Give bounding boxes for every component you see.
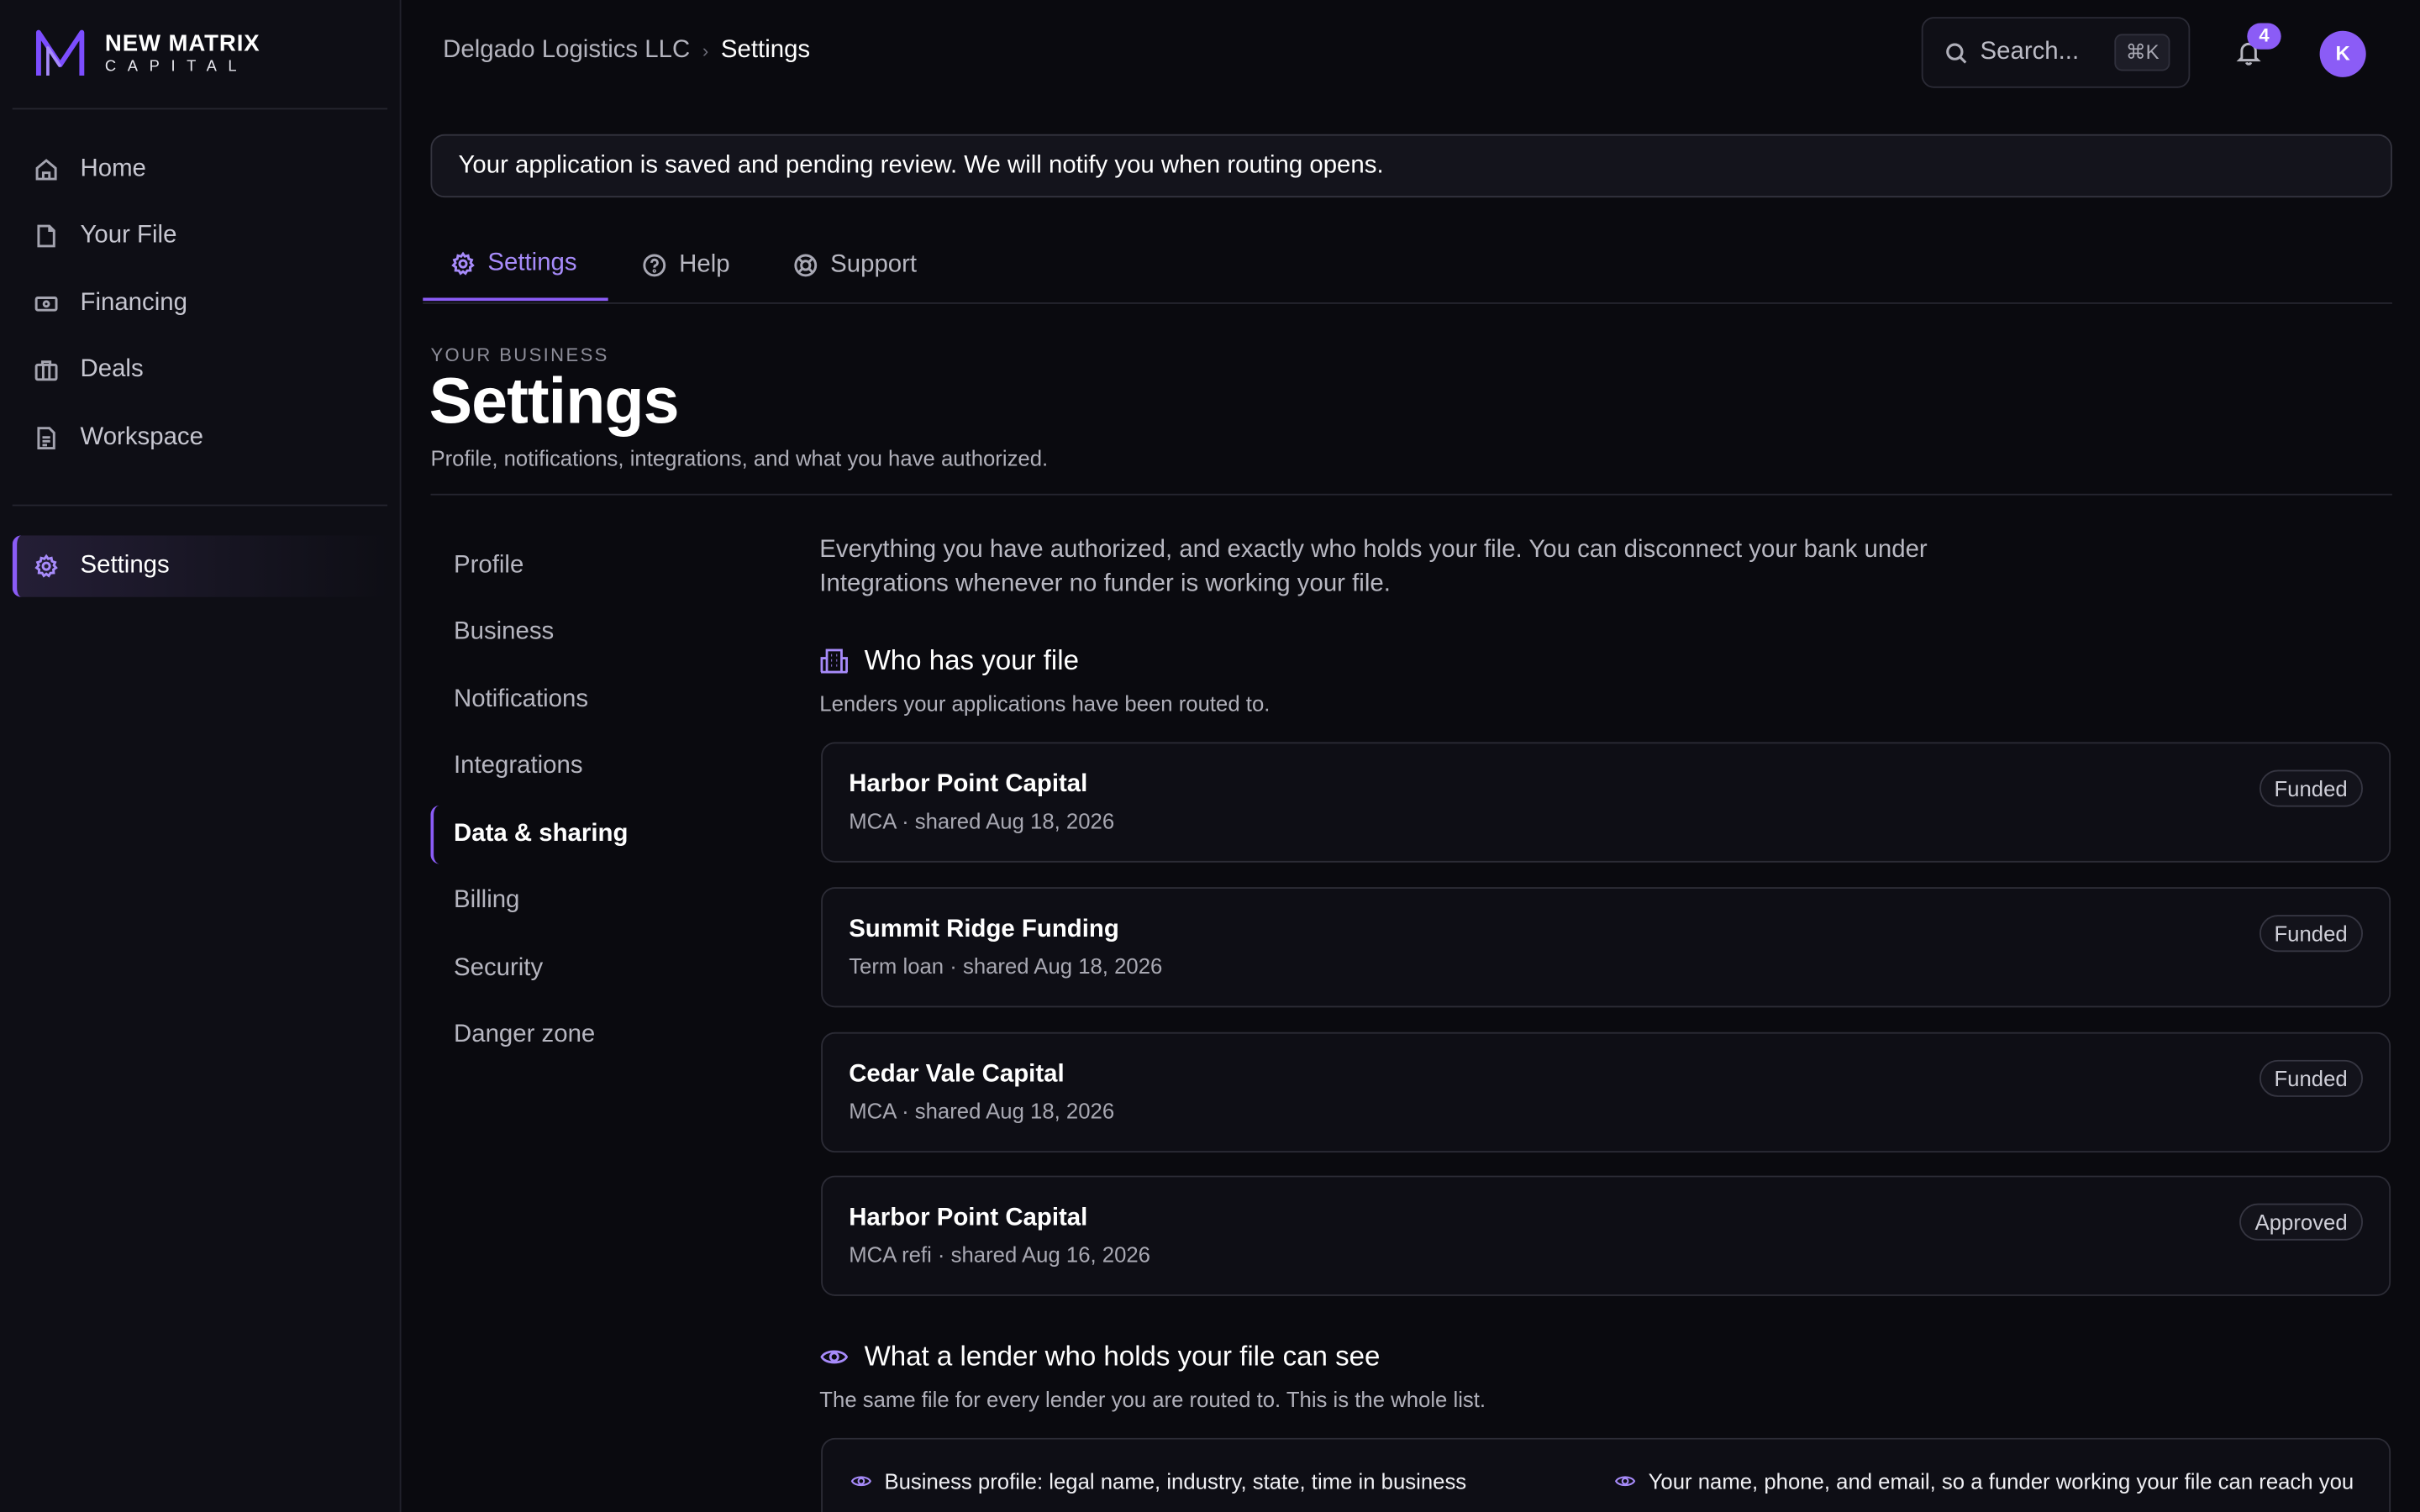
visibility-list: Business profile: legal name, industry, … [821, 1437, 2391, 1512]
section-title: Who has your file [864, 644, 1079, 676]
help-circle-icon [643, 253, 666, 276]
lender-name: Cedar Vale Capital [849, 1061, 1065, 1088]
lender-meta: MCA · shared Aug 18, 2026 [849, 1098, 1115, 1124]
document-icon [37, 427, 55, 450]
status-badge: Funded [2259, 769, 2364, 807]
lender-name: Harbor Point Capital [849, 1205, 1088, 1231]
brand-subtitle: CAPITAL [104, 57, 249, 76]
briefcase-icon [34, 360, 58, 381]
notification-count-badge: 4 [2247, 23, 2281, 50]
lender-name: Harbor Point Capital [849, 771, 1088, 798]
lender-name: Summit Ridge Funding [849, 916, 1119, 943]
lender-visibility-heading: What a lender who holds your file can se… [819, 1341, 1380, 1373]
subnav-item-integrations[interactable]: Integrations [430, 738, 739, 796]
sidebar-item-label: Deals [80, 356, 144, 383]
tab-settings[interactable]: Settings [423, 228, 608, 302]
breadcrumb: Delgado Logistics LLC › Settings [443, 37, 810, 65]
banknote-icon [34, 297, 58, 312]
lender-card[interactable]: Cedar Vale Capital MCA · shared Aug 18, … [821, 1032, 2391, 1153]
page-subtitle: Profile, notifications, integrations, an… [430, 445, 1049, 471]
sidebar: NEW MATRIX CAPITAL Home Your File Financ… [0, 0, 402, 1512]
data-sharing-intro: Everything you have authorized, and exac… [819, 537, 1928, 597]
building-icon [820, 648, 848, 674]
lender-meta: MCA · shared Aug 18, 2026 [849, 808, 1115, 833]
sidebar-divider [12, 504, 388, 507]
who-has-file-heading: Who has your file [819, 645, 1079, 678]
sidebar-item-financing[interactable]: Financing [13, 273, 389, 334]
gear-icon [34, 554, 58, 578]
sidebar-item-home[interactable]: Home [13, 139, 389, 200]
search-placeholder: Search... [1980, 38, 2080, 66]
chevron-right-icon: › [702, 39, 709, 62]
sidebar-item-deals[interactable]: Deals [13, 339, 389, 401]
search-shortcut-badge: ⌘K [2114, 34, 2170, 71]
tab-label: Support [830, 250, 918, 277]
breadcrumb-current: Settings [720, 37, 811, 64]
subnav-item-security[interactable]: Security [430, 940, 739, 999]
lender-card[interactable]: Harbor Point Capital MCA · shared Aug 18… [821, 742, 2391, 863]
tab-support[interactable]: Support [765, 228, 960, 301]
sidebar-item-label: Settings [80, 552, 170, 579]
search-icon [1946, 42, 1967, 63]
subnav-item-notifications[interactable]: Notifications [430, 671, 739, 730]
gear-icon [451, 250, 475, 275]
sidebar-item-your-file[interactable]: Your File [13, 205, 389, 266]
status-badge: Approved [2239, 1203, 2364, 1241]
page-title: Settings [429, 364, 680, 437]
header-divider [430, 493, 2392, 496]
status-banner: Your application is saved and pending re… [430, 134, 2392, 198]
subnav-item-business[interactable]: Business [430, 603, 739, 662]
subnav-item-data-sharing[interactable]: Data & sharing [430, 805, 739, 864]
subnav-item-billing[interactable]: Billing [430, 872, 739, 931]
home-icon [35, 159, 57, 181]
sidebar-item-label: Workspace [80, 424, 203, 451]
visibility-item: Business profile: legal name, industry, … [850, 1467, 1576, 1495]
section-title: What a lender who holds your file can se… [864, 1341, 1381, 1372]
lender-visibility-subtitle: The same file for every lender you are r… [819, 1387, 1486, 1412]
sidebar-item-label: Your File [80, 222, 177, 249]
eye-icon [820, 1350, 849, 1364]
status-badge: Funded [2259, 1059, 2364, 1097]
subnav-item-danger-zone[interactable]: Danger zone [430, 1006, 739, 1065]
sidebar-item-label: Financing [80, 290, 187, 317]
subnav-item-profile[interactable]: Profile [430, 537, 739, 596]
breadcrumb-parent-link[interactable]: Delgado Logistics LLC [443, 37, 690, 65]
brand-logo[interactable]: NEW MATRIX CAPITAL [34, 28, 260, 80]
page-eyebrow: YOUR BUSINESS [430, 344, 609, 366]
visibility-item-text: Business profile: legal name, industry, … [884, 1468, 1467, 1494]
brand-name: NEW MATRIX [104, 29, 260, 57]
logo-mark-icon [35, 29, 85, 76]
tab-label: Help [679, 250, 730, 277]
sidebar-item-workspace[interactable]: Workspace [13, 407, 389, 469]
visibility-item-text: Your name, phone, and email, so a funder… [1648, 1468, 2354, 1494]
notifications-button[interactable]: 4 [2230, 23, 2281, 71]
lender-meta: MCA refi · shared Aug 16, 2026 [849, 1242, 1150, 1267]
file-icon [37, 224, 55, 248]
lender-card[interactable]: Harbor Point Capital MCA refi · shared A… [821, 1175, 2391, 1296]
visibility-item: Your name, phone, and email, so a funder… [1614, 1467, 2355, 1495]
tab-label: Settings [487, 249, 577, 276]
banner-text: Your application is saved and pending re… [458, 151, 1384, 179]
sidebar-divider [12, 108, 388, 110]
lender-card[interactable]: Summit Ridge Funding Term loan · shared … [821, 887, 2391, 1008]
avatar[interactable]: K [2319, 30, 2366, 77]
tab-help[interactable]: Help [614, 228, 762, 301]
sidebar-item-settings[interactable]: Settings [12, 535, 389, 597]
lifebuoy-icon [794, 253, 818, 276]
sidebar-item-label: Home [80, 155, 146, 182]
search-input[interactable]: Search... ⌘K [1921, 17, 2191, 88]
eye-icon [850, 1476, 871, 1487]
lender-meta: Term loan · shared Aug 18, 2026 [849, 953, 1163, 979]
status-badge: Funded [2259, 915, 2364, 953]
eye-icon [1615, 1476, 1636, 1487]
who-has-file-subtitle: Lenders your applications have been rout… [819, 690, 1270, 717]
tab-bar: Settings Help Support [423, 228, 2392, 304]
